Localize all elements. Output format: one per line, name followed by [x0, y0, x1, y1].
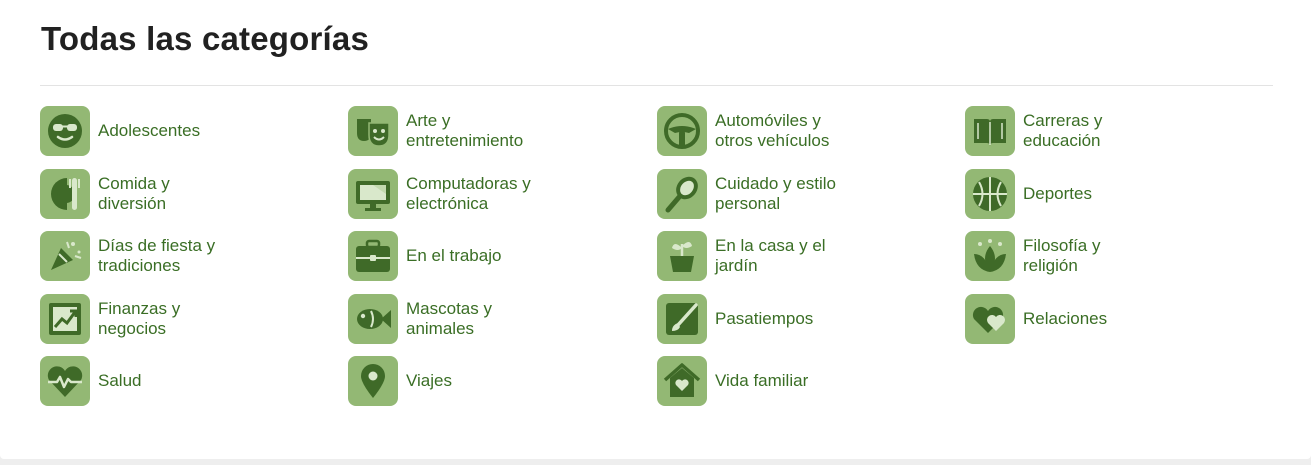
category-computadoras-y-electronica[interactable]: Computadoras y electrónica: [348, 168, 657, 219]
line-chart-icon: [40, 293, 90, 344]
heartbeat-icon: [40, 356, 90, 406]
category-label: Pasatiempos: [715, 308, 814, 328]
paintbrush-canvas-icon: [657, 293, 707, 344]
two-hearts-icon: [965, 293, 1015, 344]
category-adolescentes[interactable]: Adolescentes: [40, 106, 348, 156]
category-mascotas-y-animales[interactable]: Mascotas y animales: [348, 293, 657, 344]
category-label: Vida familiar: [715, 371, 809, 390]
category-salud[interactable]: Salud: [40, 356, 348, 406]
briefcase-icon: [348, 231, 398, 281]
category-label: Arte y entretenimiento: [406, 111, 524, 150]
category-pasatiempos[interactable]: Pasatiempos: [657, 293, 965, 344]
monitor-icon: [348, 168, 398, 219]
category-filosofia-y-religion[interactable]: Filosofía y religión: [965, 231, 1272, 281]
category-vida-familiar[interactable]: Vida familiar: [657, 356, 965, 406]
category-arte-y-entretenimiento[interactable]: Arte y entretenimiento: [348, 106, 657, 156]
basketball-icon: [965, 168, 1015, 219]
page-title: Todas las categorías: [41, 20, 370, 57]
map-pin-icon: [348, 356, 398, 406]
title-divider: [40, 85, 1273, 86]
category-label: Salud: [98, 371, 142, 390]
category-carreras-y-educacion[interactable]: Carreras y educación: [965, 106, 1272, 156]
category-label: Computadoras y electrónica: [406, 173, 531, 213]
steering-wheel-icon: [657, 106, 707, 156]
category-finanzas-y-negocios[interactable]: Finanzas y negocios: [40, 293, 348, 344]
open-book-icon: [965, 106, 1015, 156]
category-label: Adolescentes: [98, 121, 201, 140]
hairbrush-icon: [657, 168, 707, 219]
category-label: Comida y diversión: [98, 173, 170, 213]
category-label: En el trabajo: [406, 246, 502, 265]
plate-fork-icon: [40, 168, 90, 219]
category-label: Automóviles y otros vehículos: [715, 111, 830, 150]
party-popper-icon: [40, 231, 90, 281]
category-label: Filosofía y religión: [1023, 236, 1101, 275]
category-grid: Adolescentes Arte y entretenimiento Auto…: [40, 106, 1272, 419]
category-en-el-trabajo[interactable]: En el trabajo: [348, 231, 657, 281]
category-label: Finanzas y negocios: [98, 298, 181, 338]
house-heart-icon: [657, 356, 707, 406]
categories-panel: Todas las categorías Adolescentes Arte y…: [0, 0, 1311, 459]
category-label: Cuidado y estilo personal: [715, 173, 836, 213]
category-automoviles[interactable]: Automóviles y otros vehículos: [657, 106, 965, 156]
category-label: Días de fiesta y tradiciones: [98, 236, 216, 275]
category-label: Deportes: [1023, 183, 1092, 203]
category-en-la-casa-y-el-jardin[interactable]: En la casa y el jardín: [657, 231, 965, 281]
category-deportes[interactable]: Deportes: [965, 168, 1272, 219]
lotus-icon: [965, 231, 1015, 281]
category-label: Viajes: [406, 371, 452, 390]
category-comida-y-diversion[interactable]: Comida y diversión: [40, 168, 348, 219]
category-label: Carreras y educación: [1023, 111, 1103, 150]
category-label: Mascotas y animales: [406, 298, 492, 338]
category-cuidado-y-estilo-personal[interactable]: Cuidado y estilo personal: [657, 168, 965, 219]
sunglasses-face-icon: [40, 106, 90, 156]
category-label: Relaciones: [1023, 308, 1108, 328]
category-dias-de-fiesta-y-tradiciones[interactable]: Días de fiesta y tradiciones: [40, 231, 348, 281]
category-label: En la casa y el jardín: [715, 236, 826, 275]
category-viajes[interactable]: Viajes: [348, 356, 657, 406]
fish-icon: [348, 293, 398, 344]
category-relaciones[interactable]: Relaciones: [965, 293, 1272, 344]
theater-masks-icon: [348, 106, 398, 156]
potted-plant-icon: [657, 231, 707, 281]
